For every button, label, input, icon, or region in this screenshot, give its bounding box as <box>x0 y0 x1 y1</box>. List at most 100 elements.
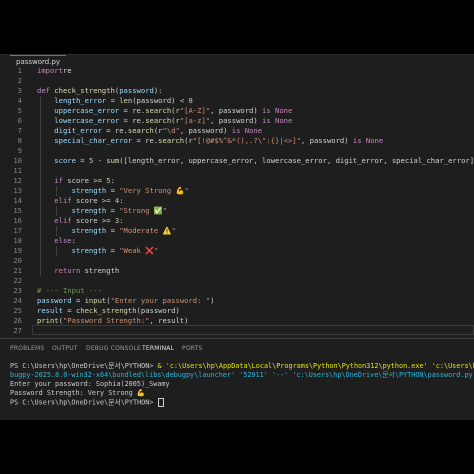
code-token: score >= <box>62 176 107 185</box>
code-editor[interactable]: 1 importre 2 3 def check_strength(password):… <box>0 66 474 338</box>
panel-tab-problems[interactable]: PROBLEMS <box>10 339 44 359</box>
code-line[interactable]: 12 if score >= 5: <box>0 176 474 186</box>
code-token: = <box>71 296 85 305</box>
code-token: , password) <box>300 136 353 145</box>
code-token: , result) <box>149 316 189 325</box>
code-token: ) <box>210 296 215 305</box>
terminal-prompt: PS C:\Users\hp\OneDrive\문서\PYTHON> <box>10 398 158 407</box>
code-token: = re. <box>132 136 159 145</box>
terminal-command-cont: bugpy-2025.8.0-win32-x64\bundled\libs\de… <box>10 371 474 379</box>
code-token: "[a-z]" <box>179 116 211 125</box>
code-text: elif score >= 4: <box>37 196 124 206</box>
code-line[interactable]: 17 strength = "Moderate ⚠️" <box>0 226 474 236</box>
code-token: is <box>262 116 271 125</box>
code-line[interactable]: 13 strength = "Very Strong 💪" <box>0 186 474 196</box>
code-line[interactable]: 3 def check_strength(password): <box>0 86 474 96</box>
code-token: "Very Strong 💪" <box>119 186 189 195</box>
code-token: search <box>145 116 172 125</box>
line-number: 8 <box>17 136 22 145</box>
code-line[interactable]: 24 password = input("Enter your password:… <box>0 296 474 306</box>
panel-tab-output[interactable]: OUTPUT <box>52 339 78 359</box>
code-line[interactable]: 20 <box>0 256 474 266</box>
panel-tab-ports[interactable]: PORTS <box>182 339 203 359</box>
code-token: "Weak ❌" <box>119 246 159 255</box>
code-text: # --- Input --- <box>37 286 102 296</box>
code-line[interactable]: 9 <box>0 146 474 156</box>
code-token: : <box>119 196 124 205</box>
code-token: None <box>365 136 384 145</box>
code-token: (password) < <box>132 96 189 105</box>
panel-tab-bar: PROBLEMS OUTPUT DEBUG CONSOLE TERMINAL PORTS <box>0 338 474 359</box>
code-line[interactable]: 10 score = 5 - sum([length_error, upperc… <box>0 156 474 166</box>
code-line[interactable]: 16 elif score >= 3: <box>0 216 474 226</box>
code-token: = re. <box>101 126 128 135</box>
terminal-panel[interactable]: PS C:\Users\hp\OneDrive\문서\PYTHON> & 'c:… <box>0 358 474 420</box>
line-number: 10 <box>13 156 22 165</box>
code-line[interactable]: 6 lowercase_error = re.search(r"[a-z]", … <box>0 116 474 126</box>
code-line[interactable]: 19 strength = "Weak ❌" <box>0 246 474 256</box>
code-line[interactable]: 22 <box>0 276 474 286</box>
line-number: 13 <box>13 186 22 195</box>
line-number: 25 <box>13 306 22 315</box>
code-line[interactable]: 18 else: <box>0 236 474 246</box>
code-token: # --- Input --- <box>37 286 102 295</box>
code-token: = <box>106 206 120 215</box>
line-number: 24 <box>13 296 22 305</box>
line-number: 14 <box>13 196 22 205</box>
code-text: result = check_strength(password) <box>37 306 180 316</box>
code-line[interactable]: 1 importre <box>0 66 474 76</box>
code-token: re <box>62 66 72 75</box>
line-number: 5 <box>17 106 22 115</box>
code-token: sum <box>106 156 120 165</box>
code-token: score >= <box>71 196 115 205</box>
code-line[interactable]: 2 <box>0 76 474 86</box>
code-token: "[A-Z]" <box>179 106 211 115</box>
line-number: 23 <box>13 286 22 295</box>
code-token: = <box>62 306 76 315</box>
panel-tab-debug-console[interactable]: DEBUG CONSOLE <box>86 339 141 359</box>
code-line[interactable]: 27 <box>0 326 474 336</box>
code-token: None <box>244 126 263 135</box>
code-text: special_char_error = re.search(r"[!@#$%^… <box>37 136 383 146</box>
code-line[interactable]: 21 return strength <box>0 266 474 276</box>
code-text: strength = "Very Strong 💪" <box>37 186 189 196</box>
code-line[interactable]: 8 special_char_error = re.search(r"[!@#$… <box>0 136 474 146</box>
line-number: 18 <box>13 236 22 245</box>
code-line[interactable]: 11 <box>0 166 474 176</box>
code-text: uppercase_error = re.search(r"[A-Z]", pa… <box>37 106 292 116</box>
code-token: length_error <box>37 96 107 105</box>
code-text: if score >= 5: <box>37 176 115 186</box>
code-token: is <box>352 136 362 145</box>
code-token: , password) <box>179 126 232 135</box>
code-line[interactable]: 5 uppercase_error = re.search(r"[A-Z]", … <box>0 106 474 116</box>
code-token: (password) <box>136 306 180 315</box>
code-line[interactable]: 7 digit_error = re.search(r"\d", passwor… <box>0 126 474 136</box>
code-token: = re. <box>119 116 146 125</box>
code-line[interactable]: 15 strength = "Strong ✅" <box>0 206 474 216</box>
code-line[interactable]: 26 print("Password Strength:", result) <box>0 316 474 326</box>
code-text: elif score >= 3: <box>37 216 123 226</box>
code-line[interactable]: 25 result = check_strength(password) <box>0 306 474 316</box>
code-text: importre <box>37 66 72 76</box>
code-token: strength <box>37 226 107 235</box>
top-black-area <box>0 0 474 54</box>
code-line[interactable]: 4 length_error = len(password) < 8 <box>0 96 474 106</box>
code-token: input <box>84 296 107 305</box>
line-number: 17 <box>13 226 22 235</box>
panel-tab-terminal[interactable]: TERMINAL <box>142 339 175 359</box>
code-text: print("Password Strength:", result) <box>37 316 188 326</box>
code-token: ([length_error, uppercase_error, lowerca… <box>119 156 474 165</box>
line-number: 3 <box>17 86 22 95</box>
code-token: : <box>71 236 76 245</box>
line-number: 20 <box>13 256 22 265</box>
code-token: search <box>158 136 185 145</box>
code-token: check_strength <box>49 86 115 95</box>
code-text: strength = "Weak ❌" <box>37 246 159 256</box>
code-token: : <box>110 176 115 185</box>
code-line[interactable]: 14 elif score >= 4: <box>0 196 474 206</box>
code-token: = <box>106 186 120 195</box>
code-token: "\d" <box>162 126 180 135</box>
terminal-line-5: PS C:\Users\hp\OneDrive\문서\PYTHON> <box>10 398 474 407</box>
code-text: digit_error = re.search(r"\d", password)… <box>37 126 262 136</box>
code-line[interactable]: 23 # --- Input --- <box>0 286 474 296</box>
